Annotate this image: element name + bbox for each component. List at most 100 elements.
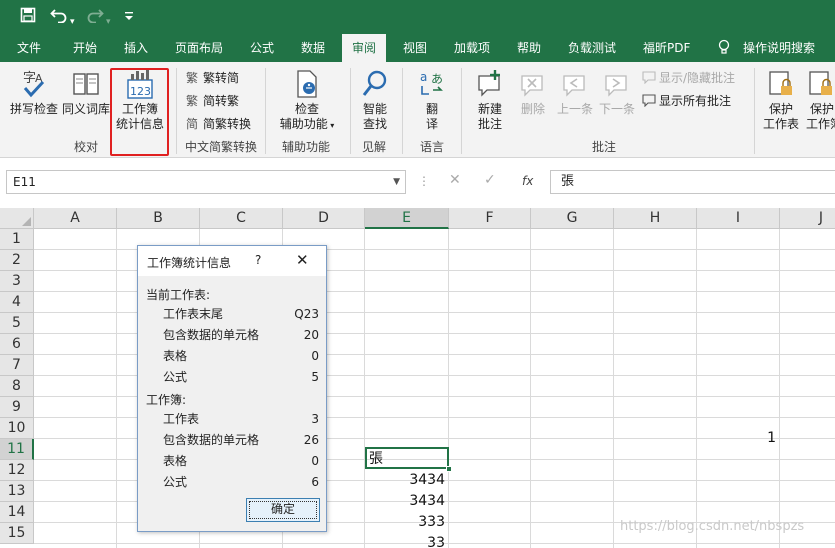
column-header-b[interactable]: B (117, 208, 200, 229)
row-header-12[interactable]: 12 (0, 460, 34, 481)
new-comment-button[interactable]: 新建 批注 (468, 68, 512, 132)
tab-insert[interactable]: 插入 (124, 34, 148, 62)
fill-handle[interactable] (446, 466, 452, 472)
row-header-8[interactable]: 8 (0, 376, 34, 397)
customize-qat-icon[interactable] (124, 9, 134, 29)
select-all-button[interactable] (0, 208, 34, 229)
undo-icon[interactable] (50, 7, 68, 28)
tab-page-layout[interactable]: 页面布局 (175, 34, 223, 62)
cell-e14[interactable]: 333 (365, 512, 449, 533)
trad-to-simp-label: 繁转简 (203, 71, 240, 85)
column-header-d[interactable]: D (283, 208, 365, 229)
formula-bar-resize-handle[interactable]: ⋮ (418, 174, 430, 188)
row-header-15[interactable]: 15 (0, 523, 34, 544)
column-header-f[interactable]: F (449, 208, 531, 229)
translate-label-line1: 翻 (425, 102, 438, 116)
tab-load-test[interactable]: 负载测试 (568, 34, 616, 62)
column-header-e[interactable]: E (365, 208, 449, 229)
tab-help[interactable]: 帮助 (517, 34, 541, 62)
check-accessibility-button[interactable]: 检查 辅助功能 ▾ (273, 68, 341, 133)
protect-sheet-label-line2: 工作表 (762, 117, 799, 131)
thesaurus-label: 同义词库 (62, 102, 111, 116)
tell-me-search[interactable]: 操作说明搜索 (743, 34, 815, 62)
cancel-entry-icon: ✕ (449, 172, 461, 188)
dialog-title: 工作簿统计信息 (147, 256, 232, 270)
row-header-11[interactable]: 11 (0, 439, 34, 460)
row-header-7[interactable]: 7 (0, 355, 34, 376)
undo-dropdown-icon[interactable]: ▾ (70, 12, 75, 32)
smart-lookup-label-line1: 智能 (362, 102, 387, 116)
row-header-2[interactable]: 2 (0, 250, 34, 271)
row-header-1[interactable]: 1 (0, 229, 34, 250)
tab-foxit-pdf[interactable]: 福昕PDF (643, 34, 690, 62)
column-header-h[interactable]: H (614, 208, 697, 229)
tab-formulas[interactable]: 公式 (250, 34, 274, 62)
svg-text:简: 简 (186, 117, 198, 130)
row-header-4[interactable]: 4 (0, 292, 34, 313)
spell-check-button[interactable]: 字A 拼写检查 (8, 68, 60, 117)
tab-view[interactable]: 视图 (403, 34, 427, 62)
trad-to-simp-button[interactable]: 繁繁转简 (186, 70, 239, 86)
name-box[interactable]: E11 ▼ (6, 170, 406, 194)
column-header-c[interactable]: C (200, 208, 283, 229)
ribbon-separator (754, 68, 755, 154)
protect-workbook-label-line1: 保护 (810, 102, 835, 116)
protect-sheet-icon (769, 71, 792, 95)
cell-e15[interactable]: 33 (365, 533, 449, 548)
cell-i10[interactable]: 1 (697, 428, 780, 449)
simp-to-trad-label: 简转繁 (203, 94, 240, 108)
title-bar: ▾ ▾ (0, 0, 835, 34)
row-header-9[interactable]: 9 (0, 397, 34, 418)
tab-add-ins[interactable]: 加载项 (454, 34, 490, 62)
active-cell-border (365, 447, 449, 469)
thesaurus-button[interactable]: 同义词库 (62, 68, 110, 117)
watermark: https://blog.csdn.net/nbspzs (620, 519, 805, 534)
group-label-chinese-conversion: 中文简繁转换 (185, 140, 258, 154)
simp-to-trad-button[interactable]: 繁简转繁 (186, 93, 239, 109)
group-label-language: 语言 (420, 140, 445, 154)
protect-sheet-button[interactable]: 保护 工作表 (760, 68, 802, 132)
chinese-conversion-button[interactable]: 简简繁转换 (186, 116, 251, 132)
redo-dropdown-icon: ▾ (106, 17, 111, 27)
column-header-a[interactable]: A (34, 208, 117, 229)
redo-icon (86, 7, 104, 28)
row-header-3[interactable]: 3 (0, 271, 34, 292)
cell-e13[interactable]: 3434 (365, 491, 449, 512)
tab-home[interactable]: 开始 (73, 34, 97, 62)
stat-value: 26 (303, 433, 319, 447)
ok-button[interactable]: 确定 (246, 498, 320, 522)
help-button[interactable]: ? (255, 253, 261, 267)
stat-label: 包含数据的单元格 (163, 433, 260, 447)
svg-text:繁: 繁 (186, 93, 198, 107)
row-header-10[interactable]: 10 (0, 418, 34, 439)
row-header-13[interactable]: 13 (0, 481, 34, 502)
dialog-title-bar[interactable]: 工作簿统计信息 ? ✕ (138, 246, 326, 276)
cell-e12[interactable]: 3434 (365, 470, 449, 491)
show-all-comments-button[interactable]: 显示所有批注 (642, 93, 731, 109)
translate-button[interactable]: aあ 翻 译 (410, 68, 454, 132)
save-icon[interactable] (20, 7, 36, 28)
stat-label: 工作表末尾 (163, 307, 224, 321)
worksheet-grid[interactable]: A B C D E F G H I J 1 2 3 4 5 6 7 8 9 10… (0, 208, 835, 548)
smart-lookup-button[interactable]: 智能 查找 (356, 68, 394, 132)
column-header-g[interactable]: G (531, 208, 614, 229)
tab-data[interactable]: 数据 (301, 34, 325, 62)
close-icon[interactable]: ✕ (296, 251, 309, 269)
highlight-annotation (110, 68, 169, 156)
formula-input[interactable]: 張 (550, 170, 835, 194)
insert-function-button[interactable]: fx (522, 174, 533, 188)
column-header-i[interactable]: I (697, 208, 780, 229)
svg-text:あ: あ (431, 72, 443, 86)
chevron-down-icon[interactable]: ▼ (393, 171, 400, 193)
row-header-6[interactable]: 6 (0, 334, 34, 355)
column-header-j[interactable]: J (780, 208, 835, 229)
ribbon-separator (402, 68, 403, 154)
check-accessibility-label-line2: 辅助功能 (279, 117, 328, 131)
tab-file[interactable]: 文件 (17, 34, 41, 62)
protect-workbook-button[interactable]: 保护 工作簿 (804, 68, 835, 132)
row-header-14[interactable]: 14 (0, 502, 34, 523)
protect-workbook-icon (809, 71, 832, 95)
row-header-5[interactable]: 5 (0, 313, 34, 334)
lightbulb-icon[interactable] (718, 34, 730, 62)
tab-review[interactable]: 审阅 (342, 34, 387, 62)
